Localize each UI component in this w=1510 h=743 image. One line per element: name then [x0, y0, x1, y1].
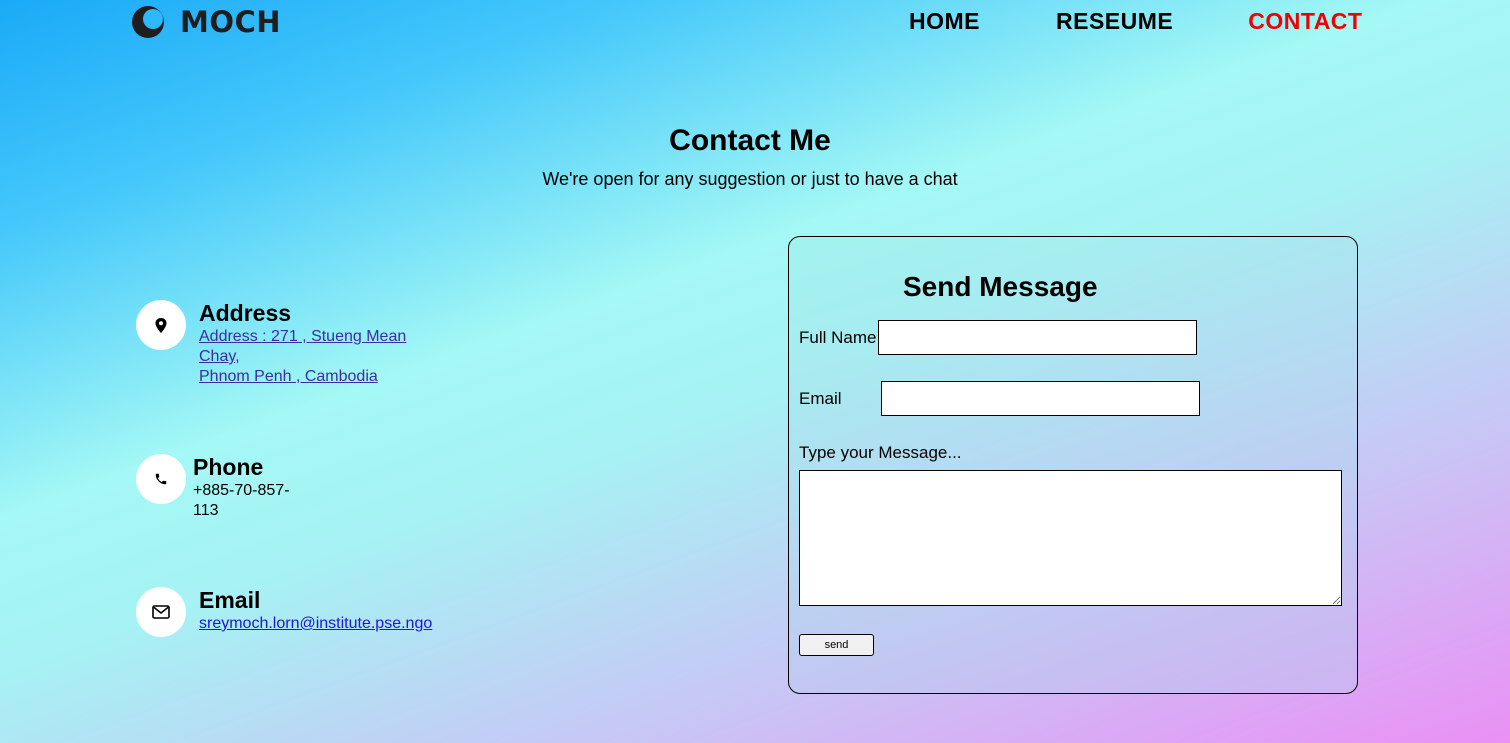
message-textarea[interactable]: [799, 470, 1342, 606]
page-title: Contact Me: [669, 124, 831, 157]
email-text: sreymoch.lorn@institute.pse.ngo: [199, 614, 432, 634]
address-icon-circle: [136, 300, 186, 350]
moon-logo-icon: [132, 6, 164, 38]
phone-icon-circle: [136, 454, 186, 504]
email-input[interactable]: [881, 381, 1200, 416]
address-title: Address: [199, 300, 292, 326]
send-button[interactable]: send: [799, 634, 874, 656]
phone-title: Phone: [193, 454, 264, 480]
nav-resume[interactable]: RESEUME: [1056, 8, 1173, 35]
logo-text: MOCH: [180, 5, 282, 39]
nav-contact[interactable]: CONTACT: [1248, 8, 1362, 35]
email-label: Email: [799, 389, 842, 408]
full-name-input[interactable]: [878, 320, 1197, 355]
address-link-line-3[interactable]: Phnom Penh , Cambodia: [199, 368, 378, 385]
address-text: Address : 271 , Stueng Mean Chay, Phnom …: [199, 327, 406, 387]
phone-line-1: +885-70-857-: [193, 482, 290, 499]
form-title: Send Message: [903, 271, 1098, 302]
address-link-line-1[interactable]: Address : 271 , Stueng Mean: [199, 328, 406, 345]
envelope-icon: [152, 605, 170, 619]
nav-home[interactable]: HOME: [909, 8, 980, 35]
email-link[interactable]: sreymoch.lorn@institute.pse.ngo: [199, 615, 432, 632]
email-icon-circle: [136, 587, 186, 637]
message-label: Type your Message...: [799, 443, 962, 462]
full-name-label: Full Name: [799, 328, 877, 347]
phone-icon: [155, 473, 167, 485]
logo[interactable]: MOCH: [130, 4, 281, 40]
address-link-line-2[interactable]: Chay,: [199, 348, 240, 365]
page-subtitle: We're open for any suggestion or just to…: [542, 169, 958, 189]
main-nav: HOME RESEUME CONTACT: [909, 8, 1362, 35]
send-message-form: Send Message Full Name Email Type your M…: [788, 236, 1358, 694]
email-title: Email: [199, 587, 261, 613]
phone-text: +885-70-857- 113: [193, 481, 290, 521]
phone-line-2: 113: [193, 502, 219, 519]
map-pin-icon: [155, 317, 167, 333]
